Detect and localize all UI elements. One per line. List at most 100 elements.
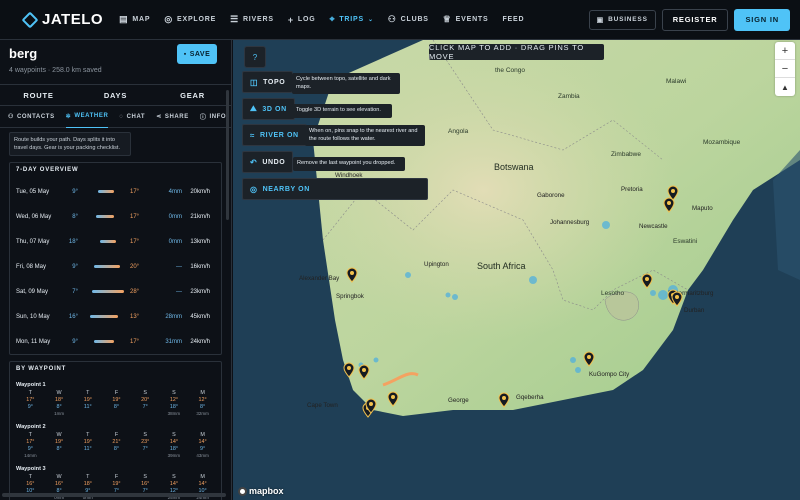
trip-sidebar: berg 4 waypoints · 258.0 km saved ▪ SAVE … [0, 40, 232, 500]
map-label: Botswana [494, 162, 534, 172]
mapbox-label: mapbox [249, 486, 284, 496]
day-initial: S [143, 432, 147, 438]
river-toggle-button[interactable]: ≈ RIVER ON [242, 124, 307, 146]
map-canvas[interactable]: the Congo Angola Zambia Malawi Zimbabwe … [233, 40, 800, 500]
mapbox-attribution[interactable]: mapbox [238, 486, 284, 496]
map-info-button[interactable]: ? [244, 46, 266, 68]
business-button[interactable]: ▣ BUSINESS [588, 9, 656, 30]
subtab-label: CHAT [126, 113, 146, 120]
tab-days[interactable]: DAYS [77, 85, 154, 105]
nav-label: CLUBS [400, 16, 429, 23]
tab-gear[interactable]: GEAR [154, 85, 231, 105]
nav-map[interactable]: ▤ MAP [119, 14, 150, 25]
rain-amount: 32mm [196, 411, 209, 416]
temp-low: 18° [169, 446, 178, 452]
map-pin-icon[interactable] [583, 351, 595, 367]
nav-explore[interactable]: ◎ EXPLORE [164, 14, 216, 25]
day-initial: T [86, 390, 90, 396]
logo[interactable]: JATELO [21, 11, 103, 28]
waypoint-name: Waypoint 1 [16, 382, 46, 388]
trip-header: berg 4 waypoints · 258.0 km saved ▪ SAVE [0, 40, 231, 80]
temp-low: 9° [72, 338, 78, 345]
nav-feed[interactable]: FEED [502, 16, 524, 23]
temp-high: 14° [198, 481, 207, 487]
trip-subtabs: ⚇ CONTACTS ✲ WEATHER ◌ CHAT ⋖ SHARE ⓘ INFO [0, 106, 231, 128]
wind-speed: 23km/h [190, 288, 210, 295]
3d-tooltip: Toggle 3D terrain to see elevation. [292, 104, 392, 118]
day-initial: F [114, 390, 119, 396]
zoom-in-button[interactable]: + [775, 42, 795, 60]
day-initial: T [28, 432, 32, 438]
map-pin-icon[interactable] [358, 364, 370, 380]
sidebar-scrollbar[interactable] [226, 90, 229, 220]
topo-button[interactable]: ◫ TOPO [242, 71, 294, 93]
tab-route[interactable]: ROUTE [0, 85, 77, 105]
map-pin-icon[interactable] [387, 391, 399, 407]
waypoint-name: Waypoint 3 [16, 466, 46, 472]
register-button[interactable]: REGISTER [661, 8, 729, 31]
temp-low: 11° [83, 446, 92, 452]
nav-rivers[interactable]: ☰ RIVERS [230, 14, 274, 25]
nav-clubs[interactable]: ⚇ CLUBS [388, 14, 429, 25]
nav-events[interactable]: ♕ EVENTS [443, 14, 489, 25]
rain-amount: — [176, 263, 182, 270]
temp-low: 8° [56, 404, 62, 410]
rain-amount [102, 453, 131, 458]
map-icon: ▤ [119, 14, 129, 24]
temp-low: 8° [113, 446, 120, 452]
wind-speed: 24km/h [190, 338, 210, 345]
map-label: Gqeberha [516, 394, 544, 401]
rain-amount: 0mm [168, 238, 182, 245]
nav-label: RIVERS [242, 16, 274, 23]
horizontal-scrollbar[interactable] [2, 493, 226, 497]
map-pin-icon[interactable] [641, 273, 653, 289]
save-button[interactable]: ▪ SAVE [177, 44, 217, 64]
map-pin-icon[interactable] [343, 362, 355, 378]
control-label: RIVER ON [260, 131, 299, 139]
weather-overview: 7-DAY OVERVIEW Tue, 05 May 9° 17° 4mm 20km/h… [9, 162, 222, 355]
temp-high: 18° [83, 481, 92, 487]
map-pin-icon[interactable] [671, 291, 683, 307]
zoom-out-button[interactable]: − [775, 60, 795, 78]
nearby-toggle-button[interactable]: ◎ NEARBY ON [242, 178, 428, 200]
temp-high: 13° [130, 313, 140, 320]
subtab-contacts[interactable]: ⚇ CONTACTS [8, 106, 55, 128]
rain-amount [73, 411, 102, 416]
map-label: South Africa [477, 261, 526, 271]
nav-trips[interactable]: ⌖ TRIPS ⌄ [329, 14, 373, 25]
list-icon: ☰ [230, 14, 239, 24]
temp-low: 8° [56, 446, 62, 452]
rain-amount: 43mm [196, 453, 209, 458]
subtab-chat[interactable]: ◌ CHAT [119, 106, 145, 128]
compass-reset-button[interactable]: ▲ [775, 78, 795, 96]
map-pin-icon[interactable] [365, 398, 377, 414]
temp-low: 8° [113, 404, 120, 410]
day-initial: F [114, 432, 119, 438]
control-label: TOPO [263, 78, 286, 86]
nav-label: FEED [502, 16, 525, 23]
briefcase-icon: ▣ [596, 16, 605, 24]
overview-title: 7-DAY OVERVIEW [16, 167, 79, 173]
3d-toggle-button[interactable]: ⛰ 3D ON [242, 98, 295, 120]
map-pin-icon[interactable] [498, 392, 510, 408]
map-pin-icon[interactable] [346, 267, 358, 283]
map-label: Cape Town [307, 402, 338, 409]
temp-high: 23° [141, 439, 150, 445]
nav-log[interactable]: + LOG [288, 15, 316, 25]
signin-button[interactable]: SIGN IN [734, 8, 790, 31]
wind-speed: 20km/h [190, 188, 210, 195]
temp-high: 19° [83, 439, 92, 445]
map-pin-icon[interactable] [663, 197, 675, 213]
undo-button[interactable]: ↶ UNDO [242, 151, 294, 173]
temp-low: 7° [142, 446, 148, 452]
control-label: NEARBY ON [262, 185, 310, 193]
wind-speed: 21km/h [190, 213, 210, 220]
subtab-info[interactable]: ⓘ INFO [200, 106, 226, 128]
rain-amount [16, 411, 45, 416]
map-label: Alexander Bay [299, 275, 340, 282]
subtab-weather[interactable]: ✲ WEATHER [65, 106, 109, 128]
day-initial: M [200, 390, 205, 396]
temp-high: 21° [112, 439, 121, 445]
subtab-share[interactable]: ⋖ SHARE [156, 106, 189, 128]
day-initial: M [200, 474, 205, 480]
